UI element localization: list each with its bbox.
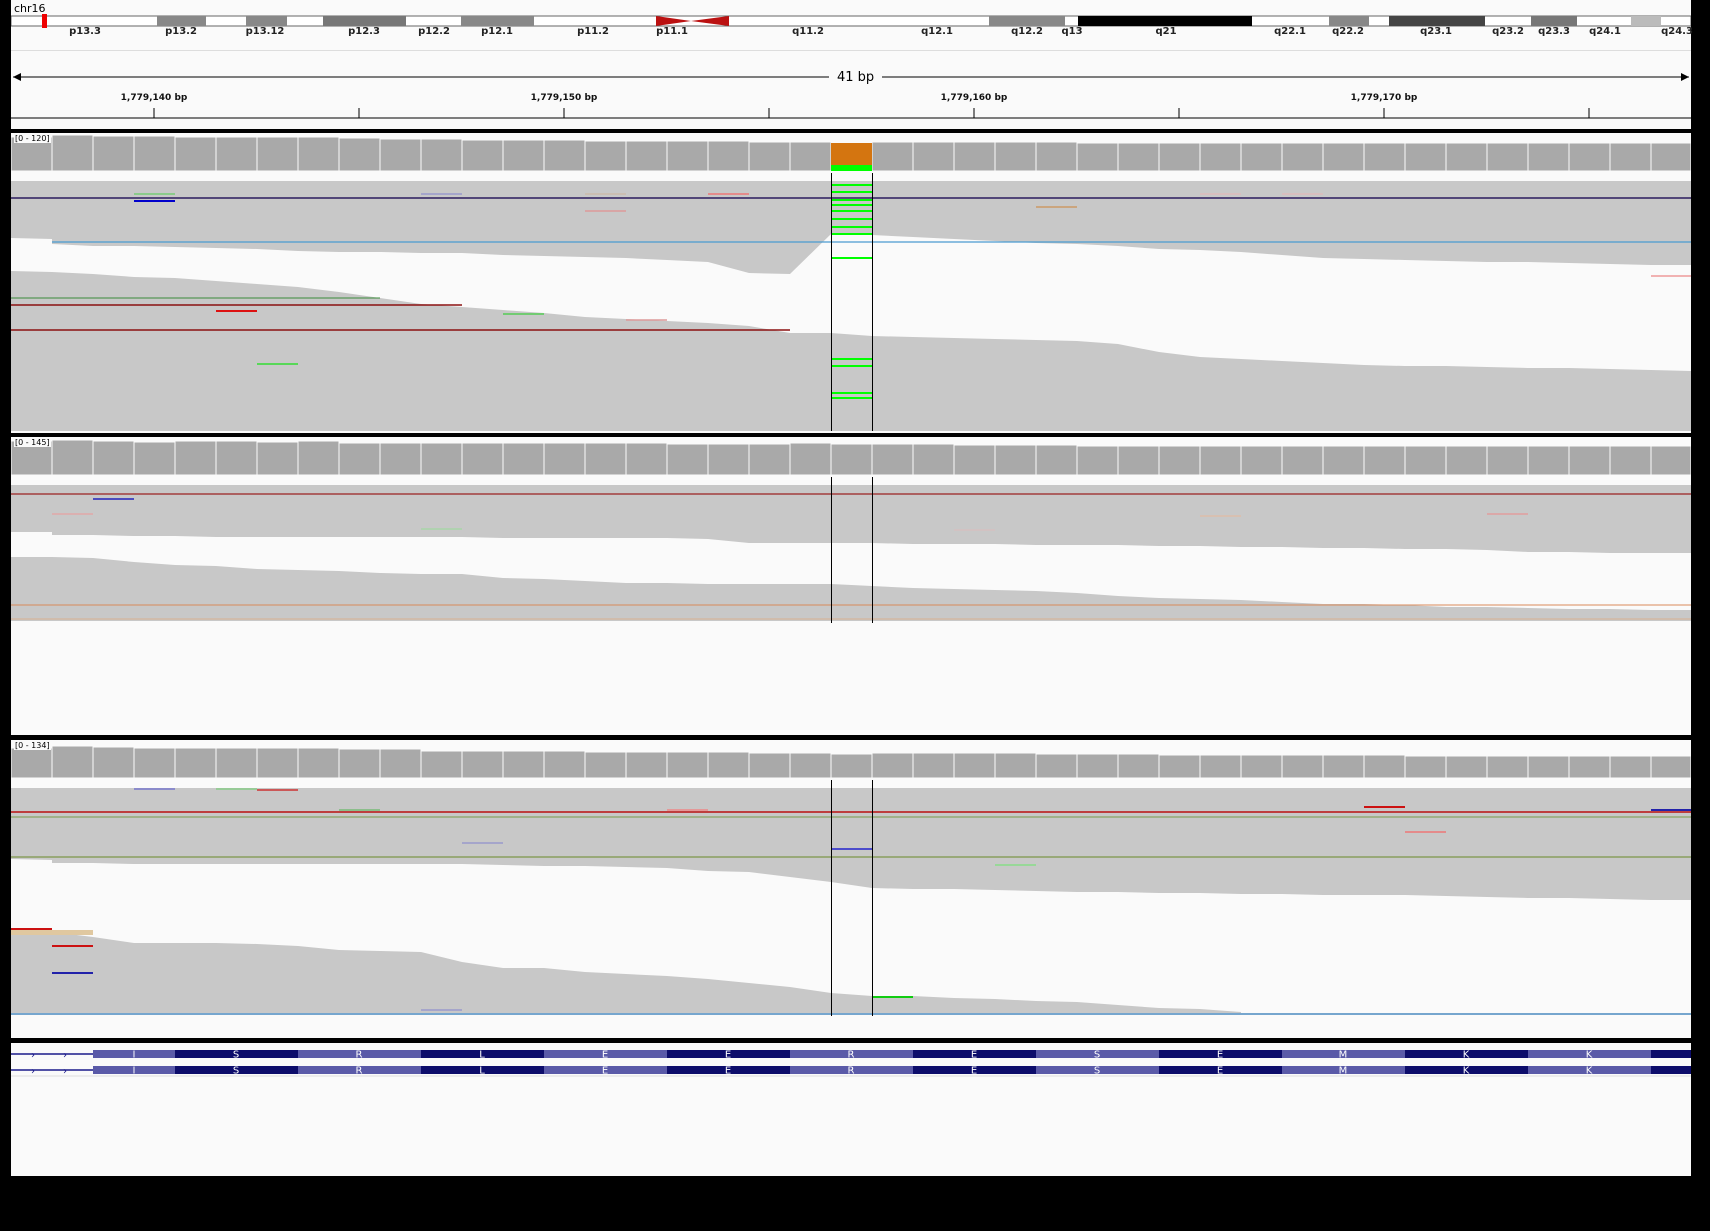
read-alignments[interactable] <box>11 780 1691 1038</box>
svg-text:›: › <box>31 1050 35 1061</box>
exon-row-1 <box>93 1050 1691 1058</box>
amino-acid-label: E <box>971 1050 977 1061</box>
gene-annotation-track[interactable]: › › › › I S R L E E R E S E M K K I S R … <box>11 1043 1691 1176</box>
amino-acid-label: R <box>848 1050 855 1061</box>
coverage-range-label: [0 - 145] <box>14 438 51 447</box>
svg-text:›: › <box>63 1050 67 1061</box>
band-label: q12.2 <box>1011 26 1043 37</box>
view-span-label: 41 bp <box>829 70 883 85</box>
amino-acid-label: M <box>1339 1050 1348 1061</box>
band-label: q21 <box>1155 26 1177 37</box>
coverage-histogram[interactable] <box>11 133 1691 173</box>
read-alignments[interactable] <box>11 477 1691 735</box>
amino-acid-label: R <box>848 1066 855 1077</box>
current-region-marker <box>42 14 47 28</box>
amino-acid-label: I <box>133 1066 136 1077</box>
ruler-tick-label: 1,779,170 bp <box>1350 93 1418 103</box>
band-label: q24.3 <box>1661 26 1693 37</box>
band-label: p12.1 <box>481 26 513 37</box>
snv-coverage-alt <box>831 165 872 171</box>
amino-acid-label: K <box>1463 1050 1470 1061</box>
ruler-graphic <box>11 73 1691 119</box>
coverage-histogram[interactable] <box>11 437 1691 477</box>
band-label: p12.2 <box>418 26 450 37</box>
amino-acid-label: E <box>725 1050 731 1061</box>
coverage-range-label: [0 - 134] <box>14 741 51 750</box>
amino-acid-label: L <box>479 1066 485 1077</box>
amino-acid-label: E <box>725 1066 731 1077</box>
gene-model[interactable]: › › › › I S R L E E R E S E M K K I S R … <box>11 1043 1691 1083</box>
ruler-tick-label: 1,779,160 bp <box>940 93 1008 103</box>
amino-acid-label: R <box>356 1050 363 1061</box>
svg-text:›: › <box>31 1066 35 1077</box>
band-label: p11.1 <box>656 26 688 37</box>
band-label: q24.1 <box>1589 26 1621 37</box>
amino-acid-label: E <box>1217 1050 1223 1061</box>
amino-acid-label: S <box>233 1050 239 1061</box>
band-label: p12.3 <box>348 26 380 37</box>
read-alignments[interactable] <box>11 173 1691 433</box>
amino-acid-label: L <box>479 1050 485 1061</box>
amino-acid-label: E <box>971 1066 977 1077</box>
alignment-track-1[interactable]: [0 - 120] <box>11 133 1691 433</box>
amino-acid-label: E <box>1217 1066 1223 1077</box>
exon-row-2 <box>93 1066 1691 1074</box>
band-label: q23.1 <box>1420 26 1452 37</box>
alignment-track-3[interactable]: [0 - 134] <box>11 740 1691 1038</box>
band-label: q22.1 <box>1274 26 1306 37</box>
band-label: q13 <box>1061 26 1083 37</box>
ruler-tick-label: 1,779,150 bp <box>530 93 598 103</box>
ruler-panel[interactable]: 41 bp 1,779,140 bp 1,779,150 bp 1,779,16… <box>11 50 1691 129</box>
band-label: p13.3 <box>69 26 101 37</box>
band-label: q12.1 <box>921 26 953 37</box>
ruler-tick-label: 1,779,140 bp <box>120 93 188 103</box>
band-label: p13.12 <box>245 26 285 37</box>
band-label: p11.2 <box>577 26 609 37</box>
amino-acid-label: R <box>356 1066 363 1077</box>
amino-acid-label: K <box>1586 1050 1593 1061</box>
amino-acid-label: S <box>233 1066 239 1077</box>
band-label: q11.2 <box>792 26 824 37</box>
amino-acid-label: M <box>1339 1066 1348 1077</box>
amino-acid-label: E <box>602 1050 608 1061</box>
band-label: q23.3 <box>1538 26 1570 37</box>
amino-acid-label: I <box>133 1050 136 1061</box>
amino-acid-label: S <box>1094 1066 1100 1077</box>
amino-acid-label: K <box>1586 1066 1593 1077</box>
amino-acid-label: S <box>1094 1050 1100 1061</box>
svg-text:›: › <box>63 1066 67 1077</box>
amino-acid-label: K <box>1463 1066 1470 1077</box>
coverage-histogram[interactable] <box>11 740 1691 780</box>
chromosome-ideogram-panel[interactable]: chr16 p13.3 p13.2 p13.12 p12.3 p12.2 p12… <box>11 0 1693 50</box>
band-label: q22.2 <box>1332 26 1364 37</box>
amino-acid-label: E <box>602 1066 608 1077</box>
snv-coverage-ref <box>831 143 872 165</box>
alignment-track-2[interactable]: [0 - 145] <box>11 437 1691 735</box>
band-label: q23.2 <box>1492 26 1524 37</box>
band-label: p13.2 <box>165 26 197 37</box>
coverage-range-label: [0 - 120] <box>14 134 51 143</box>
